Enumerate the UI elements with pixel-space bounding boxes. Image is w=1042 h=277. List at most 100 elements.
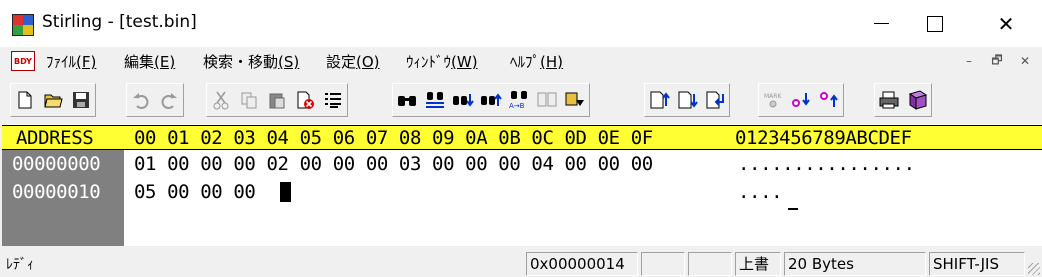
redo-button[interactable] (156, 87, 182, 113)
new-file-button[interactable] (12, 87, 38, 113)
print-button[interactable] (876, 87, 902, 113)
document-icon[interactable]: BDY (11, 51, 35, 71)
status-text: ﾚﾃﾞｨ (6, 257, 34, 273)
encoding-pane: SHIFT-JIS (929, 252, 1025, 276)
undo-button[interactable] (128, 87, 154, 113)
hex-header: ADDRESS 00 01 02 03 04 05 06 07 08 09 0A… (2, 125, 1042, 150)
title-bar: Stirling - [test.bin] ✕ (0, 0, 1042, 47)
row-hex-bytes[interactable]: 05 00 00 00 (134, 180, 256, 204)
print-icon (879, 91, 899, 109)
find-next-down-icon (453, 94, 474, 107)
mark-prev-icon (820, 92, 838, 107)
save-disk-icon (73, 92, 89, 108)
compare-button[interactable] (534, 87, 560, 113)
paste-button[interactable] (264, 87, 290, 113)
toolbar-group-edit (206, 83, 348, 117)
list-button[interactable] (320, 87, 346, 113)
undo-icon (133, 93, 149, 109)
replace-icon: A→B (509, 91, 527, 110)
delete-button[interactable] (292, 87, 318, 113)
menu-bar: BDY ﾌｧｲﾙ(F) 編集(E) 検索・移動(S) 設定(O) ｳｨﾝﾄﾞｳ(… (0, 47, 1042, 75)
replace-button[interactable]: A→B (506, 87, 532, 113)
jump-button[interactable] (562, 87, 588, 113)
toolbar-group-mark: MARK (758, 83, 844, 117)
menu-search-move[interactable]: 検索・移動(S) (203, 51, 299, 72)
svg-text:MARK: MARK (764, 93, 782, 100)
hex-view[interactable]: ADDRESS 00 01 02 03 04 05 06 07 08 09 0A… (2, 124, 1042, 246)
menu-help[interactable]: ﾍﾙﾌﾟ(H) (510, 51, 563, 72)
ascii-column-header: 0123456789ABCDEF (735, 127, 912, 149)
open-file-button[interactable] (40, 87, 66, 113)
row-hex-bytes[interactable]: 01 00 00 00 02 00 00 00 03 00 00 00 04 0… (134, 152, 653, 176)
copy-button[interactable] (236, 87, 262, 113)
offset-pane: 0x00000014 (526, 252, 638, 276)
row-address: 00000000 (12, 153, 101, 175)
find-replace-button[interactable] (422, 87, 448, 113)
toolbar-group-file (10, 83, 96, 117)
app-icon (12, 14, 34, 36)
mdi-restore-button[interactable]: 🗗 (986, 52, 1008, 70)
copy-icon (241, 92, 257, 109)
status-bar: ﾚﾃﾞｨ 0x00000014 上書 20 Bytes SHIFT-JIS (0, 249, 1042, 277)
mdi-minimize-button[interactable]: – (958, 52, 980, 70)
address-column-header: ADDRESS (16, 127, 94, 149)
toolbar-group-undo (126, 83, 184, 117)
mode-pane: 上書 (735, 252, 781, 276)
open-folder-icon (44, 94, 63, 108)
menu-settings[interactable]: 設定(O) (326, 51, 380, 72)
menu-file[interactable]: ﾌｧｲﾙ(F) (46, 51, 96, 72)
maximize-icon (927, 15, 943, 32)
size-pane: 20 Bytes (784, 252, 926, 276)
page-down-icon (678, 91, 698, 109)
mark-next-button[interactable] (788, 87, 814, 113)
find-button[interactable] (394, 87, 420, 113)
page-down-button[interactable] (674, 87, 700, 113)
status-pane-empty-1 (641, 252, 685, 276)
list-icon (325, 93, 341, 108)
minimize-icon (873, 23, 889, 24)
minimize-button[interactable] (858, 0, 904, 47)
insert-button[interactable] (702, 87, 728, 113)
close-button[interactable]: ✕ (983, 0, 1029, 47)
find-icon (398, 96, 416, 106)
toolbar-group-page (644, 83, 730, 117)
cut-icon (213, 91, 229, 110)
mark-button[interactable]: MARK (760, 87, 786, 113)
ascii-cursor (788, 208, 798, 210)
insert-icon (706, 91, 724, 109)
find-replace-icon (426, 92, 444, 108)
mdi-close-button[interactable]: ✕ (1014, 52, 1036, 70)
mark-icon: MARK (764, 93, 782, 108)
find-next-down-button[interactable] (450, 87, 476, 113)
row-ascii[interactable]: ................ (738, 152, 915, 176)
row-address: 00000010 (12, 181, 101, 203)
window-title: Stirling - [test.bin] (42, 12, 197, 32)
menu-window[interactable]: ｳｨﾝﾄﾞｳ(W) (406, 51, 478, 72)
paste-icon (269, 93, 285, 109)
mark-prev-button[interactable] (816, 87, 842, 113)
row-ascii[interactable]: .... (738, 180, 783, 204)
toolbar-group-print (874, 83, 932, 117)
jump-icon (565, 92, 584, 106)
save-button[interactable] (68, 87, 94, 113)
help-book-icon (908, 90, 928, 110)
toolbar-group-search: A→B (392, 83, 590, 117)
compare-icon (537, 92, 557, 107)
redo-icon (161, 93, 177, 109)
byte-column-headers: 00 01 02 03 04 05 06 07 08 09 0A 0B 0C 0… (134, 127, 653, 149)
page-up-button[interactable] (646, 87, 672, 113)
menu-edit[interactable]: 編集(E) (124, 51, 175, 72)
status-pane-empty-2 (688, 252, 732, 276)
help-button[interactable] (904, 87, 930, 113)
close-icon: ✕ (997, 11, 1015, 36)
hex-cursor (280, 182, 291, 202)
resize-grip[interactable] (1028, 263, 1040, 275)
new-file-icon (18, 91, 32, 109)
cut-button[interactable] (208, 87, 234, 113)
delete-icon (297, 91, 314, 109)
svg-text:A→B: A→B (509, 102, 525, 110)
find-next-up-button[interactable] (478, 87, 504, 113)
page-up-icon (650, 91, 670, 109)
toolbar: A→B MARK (0, 79, 1042, 121)
maximize-button[interactable] (912, 0, 958, 47)
